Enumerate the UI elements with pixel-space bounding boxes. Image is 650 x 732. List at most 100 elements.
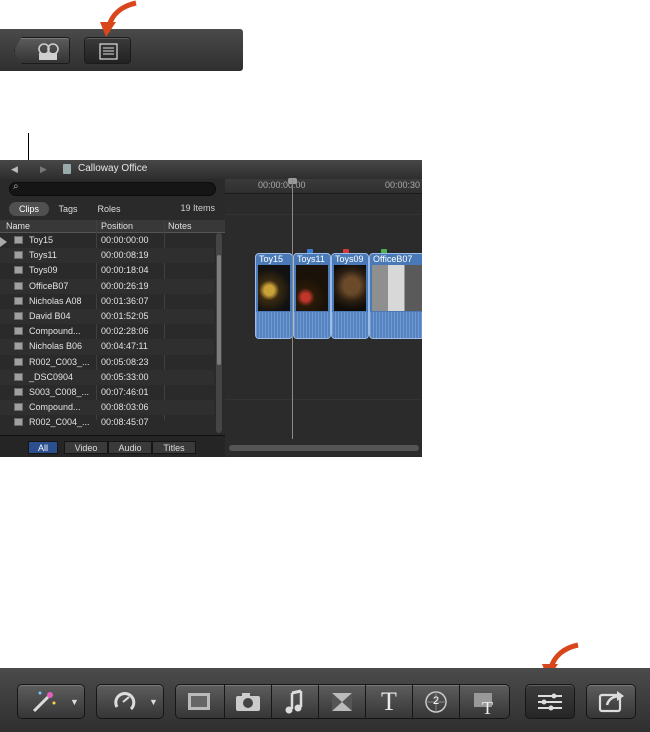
event-icon xyxy=(63,164,71,174)
filter-titles-button[interactable]: Titles xyxy=(152,441,196,454)
media-filter-bar: All Video Audio Titles xyxy=(0,435,225,457)
themes-button[interactable]: T xyxy=(460,684,510,719)
inspector-button[interactable] xyxy=(525,684,575,719)
clip-list: ⌕ Clips Tags Roles 19 Items Name Positio… xyxy=(0,179,225,457)
photos-button[interactable] xyxy=(225,684,272,719)
inspector-icon xyxy=(538,693,562,711)
forward-arrow-icon[interactable]: ▶ xyxy=(40,164,47,175)
column-name[interactable]: Name xyxy=(6,221,30,231)
clip-thumbnail xyxy=(296,265,328,311)
table-row[interactable]: David B04 00:01:52:05 xyxy=(0,308,214,325)
music-button[interactable] xyxy=(272,684,319,719)
search-icon: ⌕ xyxy=(13,181,19,192)
tab-tags[interactable]: Tags xyxy=(52,202,84,216)
chevron-down-icon: ▼ xyxy=(70,697,79,707)
timeline-area[interactable]: 00:00:00:00 00:00:30 Toy15 Toys11 Toys09… xyxy=(225,178,422,457)
list-view-icon xyxy=(99,43,118,60)
browser-title-bar: ◀ ▶ Calloway Office xyxy=(0,160,422,180)
clip-icon xyxy=(14,357,23,366)
clip-icon xyxy=(14,296,23,305)
generators-button[interactable]: 2 xyxy=(413,684,460,719)
clip-icon xyxy=(14,403,23,412)
audio-waveform xyxy=(294,312,330,338)
enhancements-menu-button[interactable]: ▼ xyxy=(17,684,85,719)
clip-icon xyxy=(14,342,23,351)
clip-icon xyxy=(14,311,23,320)
timeline-ruler[interactable]: 00:00:00:00 00:00:30 xyxy=(225,179,422,194)
table-row[interactable]: Compound... 00:08:03:06 xyxy=(0,400,214,416)
chevron-down-icon: ▼ xyxy=(149,697,158,707)
filter-audio-button[interactable]: Audio xyxy=(108,441,152,454)
photo-icon xyxy=(236,693,260,711)
scroll-thumb[interactable] xyxy=(217,255,221,365)
timecode-next: 00:00:30 xyxy=(385,180,421,190)
filter-all-button[interactable]: All xyxy=(28,441,58,454)
search-input[interactable]: ⌕ xyxy=(9,181,216,196)
timeline-clip[interactable]: Toys09 xyxy=(331,253,369,339)
timeline-clip[interactable]: OfficeB07 xyxy=(369,253,422,339)
table-row[interactable]: Toy15 00:00:00:00 xyxy=(0,233,214,248)
clip-icon xyxy=(14,236,23,244)
table-row[interactable]: R002_C004_... 00:08:45:07 xyxy=(0,415,214,430)
film-reel-icon xyxy=(38,43,59,60)
track-divider xyxy=(225,214,422,215)
titles-icon: T xyxy=(381,687,397,716)
clip-icon xyxy=(14,251,23,260)
table-row[interactable]: Toys11 00:00:08:19 xyxy=(0,248,214,264)
retime-icon xyxy=(114,691,136,711)
main-toolbar: ▼ ▼ T 2 T xyxy=(0,668,650,732)
clip-thumbnail xyxy=(258,265,290,311)
table-row[interactable]: Compound... 00:02:28:06 xyxy=(0,324,214,339)
table-row[interactable]: _DSC0904 00:05:33:00 xyxy=(0,369,214,385)
clip-icon xyxy=(14,418,23,427)
table-row[interactable]: Nicholas B06 00:04:47:11 xyxy=(0,339,214,355)
timeline-clip[interactable]: Toy15 xyxy=(255,253,293,339)
clip-icon xyxy=(14,372,23,381)
media-browser-icon xyxy=(188,693,210,710)
clip-thumbnail xyxy=(334,265,366,311)
table-row[interactable]: R002_C003_... 00:05:08:23 xyxy=(0,355,214,370)
clip-icon xyxy=(14,327,23,336)
filmstrip-view-button[interactable] xyxy=(14,37,70,64)
music-icon xyxy=(285,689,303,714)
timeline-clip[interactable]: Toys11 xyxy=(293,253,331,339)
tab-roles[interactable]: Roles xyxy=(90,202,128,216)
retime-menu-button[interactable]: ▼ xyxy=(96,684,164,719)
clip-icon xyxy=(14,281,23,290)
horizontal-scrollbar[interactable] xyxy=(229,445,419,451)
table-row[interactable]: S003_C008_... 00:07:46:01 xyxy=(0,385,214,400)
callout-arrow-icon xyxy=(100,0,137,37)
list-header: Name Position Notes xyxy=(0,220,225,233)
track-divider xyxy=(225,399,422,400)
audio-waveform xyxy=(370,312,422,338)
audio-waveform xyxy=(256,312,292,338)
playhead[interactable] xyxy=(292,179,293,439)
timecode-start: 00:00:00:00 xyxy=(258,180,306,190)
filter-video-button[interactable]: Video xyxy=(64,441,108,454)
themes-icon: T xyxy=(474,693,493,718)
table-row[interactable]: Nicholas A08 00:01:36:07 xyxy=(0,294,214,309)
back-arrow-icon[interactable]: ◀ xyxy=(11,164,18,175)
share-button[interactable] xyxy=(586,684,636,719)
titles-button[interactable]: T xyxy=(366,684,413,719)
share-icon xyxy=(598,691,624,713)
generator-number: 2 xyxy=(432,695,440,707)
tab-clips[interactable]: Clips xyxy=(9,202,49,216)
item-count: 19 Items xyxy=(180,203,215,213)
svg-text:T: T xyxy=(482,698,493,718)
clip-rows: Toy15 00:00:00:00 Toys11 00:00:08:19 Toys0… xyxy=(0,233,214,430)
row-pointer-icon xyxy=(0,237,7,247)
audio-waveform xyxy=(332,312,368,338)
table-row[interactable]: Toys09 00:00:18:04 xyxy=(0,263,214,278)
clip-thumbnail xyxy=(372,265,422,311)
list-view-button[interactable] xyxy=(84,37,131,64)
event-title: Calloway Office xyxy=(78,163,148,174)
table-row[interactable]: OfficeB07 00:00:26:19 xyxy=(0,278,214,294)
clip-icon xyxy=(14,387,23,396)
transitions-button[interactable] xyxy=(319,684,366,719)
column-notes[interactable]: Notes xyxy=(168,221,192,231)
media-browser-button[interactable] xyxy=(175,684,225,719)
vertical-scrollbar[interactable] xyxy=(216,233,222,433)
transitions-icon xyxy=(332,693,352,711)
column-position[interactable]: Position xyxy=(101,221,133,231)
